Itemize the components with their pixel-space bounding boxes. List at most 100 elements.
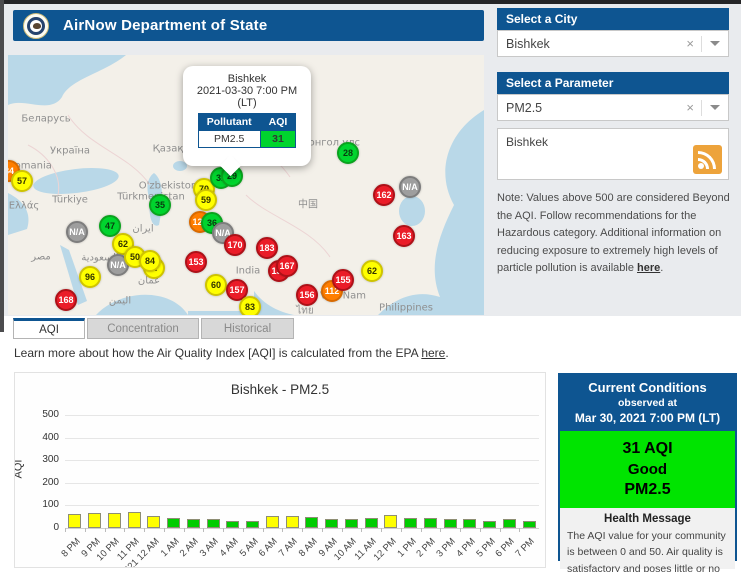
tab-historical[interactable]: Historical — [201, 318, 294, 339]
rss-icon[interactable] — [693, 145, 722, 174]
chart-y-tick-label: 200 — [29, 477, 59, 488]
chart-bar[interactable] — [68, 514, 81, 528]
map-aqi-marker[interactable]: 84 — [139, 250, 161, 272]
map-aqi-marker[interactable]: N/A — [399, 176, 421, 198]
chart-x-tick-label: 5 PM — [474, 536, 497, 559]
map-aqi-marker[interactable]: 162 — [373, 184, 395, 206]
learn-more-here-link[interactable]: here — [421, 346, 445, 360]
map-aqi-marker[interactable]: 155 — [332, 269, 354, 291]
city-clear-icon[interactable]: × — [679, 36, 701, 51]
chart-bar[interactable] — [207, 519, 220, 528]
chart-y-axis-label: AQI — [14, 460, 24, 479]
chart-x-tickmark — [144, 528, 145, 532]
chart-bar[interactable] — [444, 519, 457, 528]
map-aqi-marker[interactable]: 35 — [149, 194, 171, 216]
map-aqi-marker[interactable]: 170 — [224, 234, 246, 256]
map-aqi-marker[interactable]: 60 — [205, 274, 227, 296]
city-chevron-down-icon[interactable] — [710, 41, 720, 46]
chart-x-tick-label: 2 PM — [415, 536, 438, 559]
chart-gridline — [65, 415, 539, 416]
chart-bar[interactable] — [384, 515, 397, 528]
select-city-header: Select a City — [497, 8, 729, 30]
chart-bar[interactable] — [226, 521, 239, 528]
chart-x-tick-label: 2 AM — [178, 536, 201, 559]
chart-bar[interactable] — [503, 519, 516, 528]
map-aqi-marker[interactable]: 183 — [256, 237, 278, 259]
chart-x-tick-label: 1 PM — [395, 536, 418, 559]
page-title: AirNow Department of State — [63, 17, 267, 34]
map-aqi-marker[interactable]: 163 — [393, 225, 415, 247]
chart-bar[interactable] — [404, 518, 417, 528]
chart-bar[interactable] — [246, 521, 259, 528]
chart-x-tickmark — [164, 528, 165, 532]
chart-bar[interactable] — [483, 521, 496, 528]
chart-bar[interactable] — [187, 519, 200, 528]
map-aqi-marker[interactable]: 156 — [296, 284, 318, 306]
chart-x-tickmark — [65, 528, 66, 532]
map-country-label: اليمن — [109, 296, 131, 307]
aqi-bar-chart: Bishkek - PM2.5 AQI 01002003004005008 PM… — [14, 372, 546, 568]
current-pollutant: PM2.5 — [624, 481, 670, 499]
chart-bar[interactable] — [286, 516, 299, 528]
map-aqi-marker[interactable]: 59 — [195, 189, 217, 211]
chart-x-tickmark — [401, 528, 402, 532]
tab-aqi[interactable]: AQI — [13, 318, 85, 339]
chart-bar[interactable] — [365, 518, 378, 528]
chart-bar[interactable] — [424, 518, 437, 528]
map-country-label: Ελλάς — [9, 201, 40, 212]
health-message-block: Health Message The AQI value for your co… — [560, 508, 735, 569]
popup-datetime: 2021-03-30 7:00 PM — [183, 85, 311, 97]
map-country-label: Philippines — [379, 303, 433, 314]
chart-bar[interactable] — [325, 519, 338, 528]
chart-bar[interactable] — [523, 521, 536, 528]
current-conditions-panel: Current Conditions observed at Mar 30, 2… — [558, 373, 737, 561]
map-aqi-marker[interactable]: 57 — [11, 170, 33, 192]
map-country-label: مصر — [31, 252, 51, 263]
chart-x-tickmark — [105, 528, 106, 532]
chart-bar[interactable] — [345, 519, 358, 528]
map-country-label: 中国 — [298, 196, 318, 211]
map-country-label: Україна — [50, 146, 90, 157]
map-aqi-marker[interactable]: 153 — [185, 251, 207, 273]
chart-bar[interactable] — [88, 513, 101, 528]
chart-bar[interactable] — [108, 513, 121, 528]
map-aqi-marker[interactable]: 28 — [337, 142, 359, 164]
chart-x-tickmark — [421, 528, 422, 532]
select-divider — [701, 36, 702, 52]
note-text: Note: Values above 500 are considered Be… — [497, 190, 731, 278]
aqi-map[interactable]: БеларусьУкраїнаRomaniaΕλλάςTürkiyeҚазақс… — [8, 55, 484, 315]
chart-x-tickmark — [302, 528, 303, 532]
city-select[interactable]: Bishkek × — [497, 30, 729, 57]
chart-x-tickmark — [263, 528, 264, 532]
chart-bar[interactable] — [167, 518, 180, 528]
chart-x-tickmark — [480, 528, 481, 532]
parameter-clear-icon[interactable]: × — [679, 100, 701, 115]
chart-x-tickmark — [342, 528, 343, 532]
map-aqi-marker[interactable]: 96 — [79, 266, 101, 288]
map-aqi-marker[interactable]: 62 — [361, 260, 383, 282]
map-aqi-marker[interactable]: 83 — [239, 296, 261, 315]
map-country-label: Беларусь — [21, 114, 70, 125]
parameter-chevron-down-icon[interactable] — [710, 105, 720, 110]
chart-bar[interactable] — [305, 517, 318, 528]
map-country-label: Türkiye — [52, 195, 88, 206]
current-aqi-value: 31 AQI — [622, 440, 672, 458]
chart-x-tickmark — [223, 528, 224, 532]
chart-x-tickmark — [243, 528, 244, 532]
map-aqi-marker[interactable]: 167 — [276, 255, 298, 277]
chart-bar[interactable] — [128, 512, 141, 528]
chart-bar[interactable] — [147, 516, 160, 528]
note-here-link[interactable]: here — [637, 262, 660, 274]
chart-x-tick-label: 8 AM — [297, 536, 320, 559]
chart-x-tick-label: 4 PM — [454, 536, 477, 559]
chart-x-tick-label: 5 AM — [237, 536, 260, 559]
chart-y-tick-label: 400 — [29, 432, 59, 443]
parameter-select[interactable]: PM2.5 × — [497, 94, 729, 121]
chart-bar[interactable] — [266, 516, 279, 528]
popup-pollutant-header: Pollutant — [198, 114, 260, 131]
tab-concentration[interactable]: Concentration — [87, 318, 199, 339]
chart-x-tickmark — [519, 528, 520, 532]
map-aqi-marker[interactable]: 168 — [55, 289, 77, 311]
chart-bar[interactable] — [463, 519, 476, 528]
map-aqi-marker[interactable]: N/A — [66, 221, 88, 243]
